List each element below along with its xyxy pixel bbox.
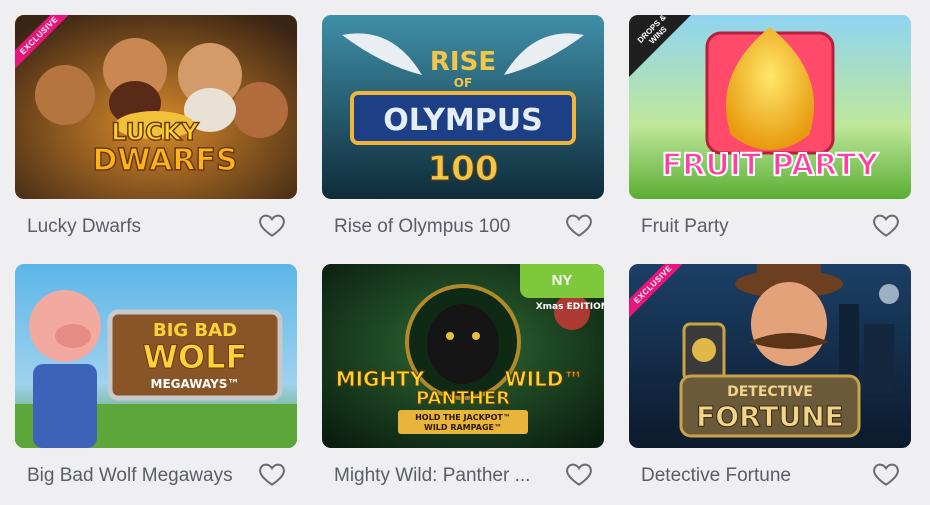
game-thumbnail[interactable]: LUCKY DWARFS EXCLUSIVE — [15, 15, 297, 199]
game-card-big-bad-wolf-megaways[interactable]: BIG BAD WOLF MEGAWAYS™ Big Bad Wolf Mega… — [15, 264, 297, 504]
heart-outline-icon[interactable] — [871, 459, 901, 489]
game-title[interactable]: Rise of Olympus 100 — [334, 216, 556, 238]
art-text-line: FRUIT PARTY — [662, 148, 880, 183]
art-text-line: RISE — [430, 47, 496, 77]
heart-outline-icon[interactable] — [564, 210, 594, 240]
game-title[interactable]: Big Bad Wolf Megaways — [27, 465, 249, 487]
game-grid: LUCKY DWARFS EXCLUSIVE Lucky Dwarfs RISE… — [0, 0, 930, 505]
art-text-line: OLYMPUS — [383, 103, 542, 138]
ny-badge: NY — [520, 264, 604, 298]
art-text-line: WILD™ — [505, 367, 584, 391]
art-text-line: HOLD THE JACKPOT™ — [415, 413, 511, 422]
art-text-line: DWARFS — [92, 143, 237, 178]
heart-outline-icon[interactable] — [257, 210, 287, 240]
game-thumbnail[interactable]: BIG BAD WOLF MEGAWAYS™ — [15, 264, 297, 448]
game-thumbnail[interactable]: RISE OF OLYMPUS 100 — [322, 15, 604, 199]
art-text-line: MEGAWAYS™ — [151, 377, 240, 391]
art-text-line: FORTUNE — [696, 400, 844, 433]
game-thumbnail[interactable]: Xmas EDITION MIGHTY WILD™ PANTHER HOLD T… — [322, 264, 604, 448]
art-text-line: PANTHER — [416, 388, 510, 409]
game-title[interactable]: Fruit Party — [641, 216, 863, 238]
art-text-line: MIGHTY — [336, 367, 425, 391]
game-art: BIG BAD WOLF MEGAWAYS™ — [15, 264, 297, 448]
game-title[interactable]: Mighty Wild: Panther ... — [334, 465, 556, 487]
art-text-line: Xmas EDITION — [536, 302, 604, 312]
art-text-line: 100 — [428, 149, 499, 189]
game-card-mighty-wild-panther[interactable]: Xmas EDITION MIGHTY WILD™ PANTHER HOLD T… — [322, 264, 604, 504]
game-card-rise-of-olympus-100[interactable]: RISE OF OLYMPUS 100 Rise of Olympus 100 — [322, 15, 604, 255]
art-text-line: WOLF — [143, 338, 248, 376]
heart-outline-icon[interactable] — [257, 459, 287, 489]
game-thumbnail[interactable]: FRUIT PARTY DROPS & WINS — [629, 15, 911, 199]
game-title[interactable]: Detective Fortune — [641, 465, 863, 487]
art-text-line: OF — [454, 76, 472, 90]
game-thumbnail[interactable]: DETECTIVE FORTUNE EXCLUSIVE — [629, 264, 911, 448]
game-card-fruit-party[interactable]: FRUIT PARTY DROPS & WINS Fruit Party — [629, 15, 911, 255]
heart-outline-icon[interactable] — [564, 459, 594, 489]
art-text-line: WILD RAMPAGE™ — [424, 423, 502, 432]
game-card-detective-fortune[interactable]: DETECTIVE FORTUNE EXCLUSIVE Detective Fo… — [629, 264, 911, 504]
art-text-line: LUCKY — [111, 118, 199, 146]
game-art: RISE OF OLYMPUS 100 — [322, 15, 604, 199]
game-title[interactable]: Lucky Dwarfs — [27, 216, 249, 238]
art-text-line: DETECTIVE — [727, 384, 813, 400]
game-art: DETECTIVE FORTUNE — [629, 264, 911, 448]
game-card-lucky-dwarfs[interactable]: LUCKY DWARFS EXCLUSIVE Lucky Dwarfs — [15, 15, 297, 255]
heart-outline-icon[interactable] — [871, 210, 901, 240]
game-art: LUCKY DWARFS — [15, 15, 297, 199]
